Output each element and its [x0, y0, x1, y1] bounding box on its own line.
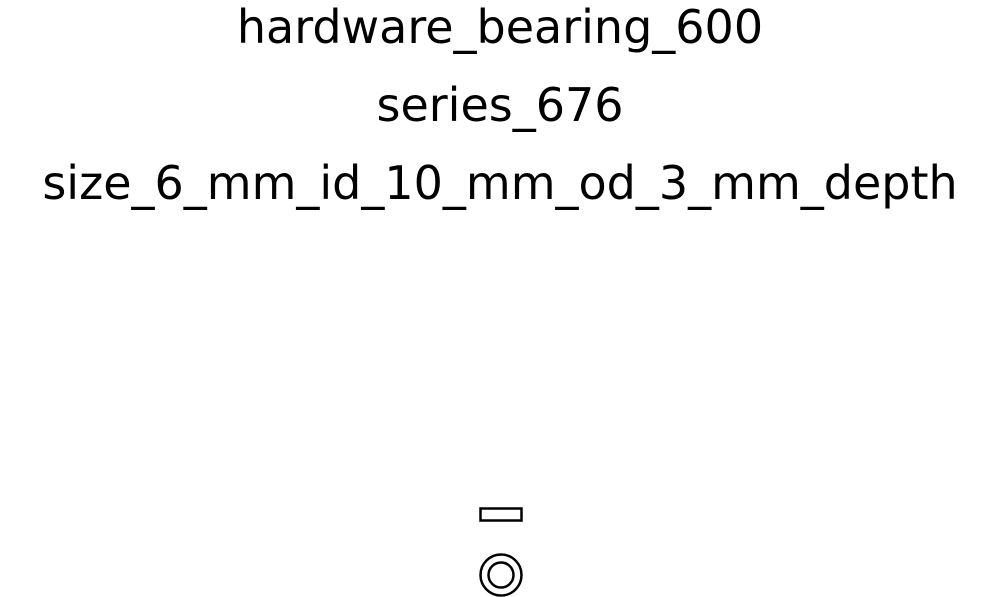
bearing-outer-ring — [479, 553, 523, 597]
bearing-side-view — [479, 507, 523, 522]
bearing-drawing — [479, 507, 523, 597]
bearing-inner-ring — [487, 561, 515, 589]
